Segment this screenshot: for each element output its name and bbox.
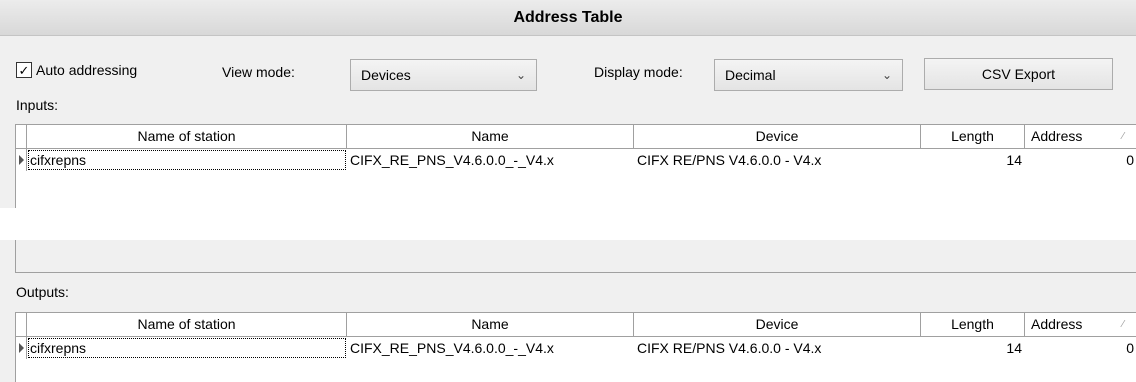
view-mode-label: View mode: [222, 64, 295, 80]
page-title: Address Table [513, 9, 623, 26]
outputs-label: Outputs: [16, 284, 69, 300]
col-length[interactable]: Length [921, 125, 1025, 149]
auto-addressing-label: Auto addressing [36, 62, 138, 78]
triangle-right-icon [19, 155, 24, 165]
cell-device[interactable]: CIFX RE/PNS V4.6.0.0 - V4.x [634, 337, 921, 359]
col-device[interactable]: Device [634, 313, 921, 337]
chevron-down-icon[interactable]: ⌄ [506, 68, 536, 82]
chevron-down-icon[interactable]: ⌄ [872, 68, 902, 82]
auto-addressing-checkbox[interactable]: ✓ Auto addressing [16, 62, 137, 78]
table-row[interactable]: cifxrepns CIFX_RE_PNS_V4.6.0.0_-_V4.x CI… [16, 337, 1136, 359]
inputs-label: Inputs: [16, 97, 59, 113]
col-address[interactable]: Address ⁄ [1025, 125, 1136, 149]
row-indicator[interactable] [16, 149, 27, 171]
col-name-of-station[interactable]: Name of station [27, 313, 347, 337]
cell-address[interactable]: 0 [1025, 337, 1136, 359]
display-mode-select[interactable]: Decimal ⌄ [714, 59, 903, 91]
display-mode-label: Display mode: [594, 64, 683, 80]
col-address-label: Address [1031, 128, 1083, 144]
row-header-corner [16, 313, 27, 337]
view-mode-value: Devices [361, 67, 411, 83]
outputs-grid[interactable]: Name of station Name Device Length Addre… [15, 312, 1136, 382]
grid-border [15, 240, 16, 272]
cell-station[interactable]: cifxrepns [27, 149, 347, 171]
col-name[interactable]: Name [347, 125, 634, 149]
sort-ascending-icon: ⁄ [1122, 131, 1124, 142]
col-device[interactable]: Device [634, 125, 921, 149]
row-header-corner [16, 125, 27, 149]
col-length[interactable]: Length [921, 313, 1025, 337]
check-icon[interactable]: ✓ [16, 62, 32, 78]
cell-address[interactable]: 0 [1025, 149, 1136, 171]
cell-station[interactable]: cifxrepns [27, 337, 347, 359]
col-name-of-station[interactable]: Name of station [27, 125, 347, 149]
sort-ascending-icon: ⁄ [1122, 319, 1124, 330]
cell-length[interactable]: 14 [921, 337, 1025, 359]
col-address[interactable]: Address ⁄ [1025, 313, 1136, 337]
outputs-grid-header: Name of station Name Device Length Addre… [16, 313, 1136, 337]
row-indicator[interactable] [16, 337, 27, 359]
cell-device[interactable]: CIFX RE/PNS V4.6.0.0 - V4.x [634, 149, 921, 171]
cell-name[interactable]: CIFX_RE_PNS_V4.6.0.0_-_V4.x [347, 337, 634, 359]
grid-spacer [0, 208, 1136, 240]
csv-export-button[interactable]: CSV Export [924, 58, 1113, 90]
cell-name[interactable]: CIFX_RE_PNS_V4.6.0.0_-_V4.x [347, 149, 634, 171]
title-bar: Address Table [0, 0, 1136, 36]
inputs-grid[interactable]: Name of station Name Device Length Addre… [15, 124, 1136, 208]
col-name[interactable]: Name [347, 313, 634, 337]
inputs-grid-header: Name of station Name Device Length Addre… [16, 125, 1136, 149]
cell-length[interactable]: 14 [921, 149, 1025, 171]
table-row[interactable]: cifxrepns CIFX_RE_PNS_V4.6.0.0_-_V4.x CI… [16, 149, 1136, 171]
triangle-right-icon [19, 343, 24, 353]
view-mode-select[interactable]: Devices ⌄ [350, 59, 537, 91]
display-mode-value: Decimal [725, 67, 776, 83]
col-address-label: Address [1031, 316, 1083, 332]
grid-border [15, 272, 1136, 273]
